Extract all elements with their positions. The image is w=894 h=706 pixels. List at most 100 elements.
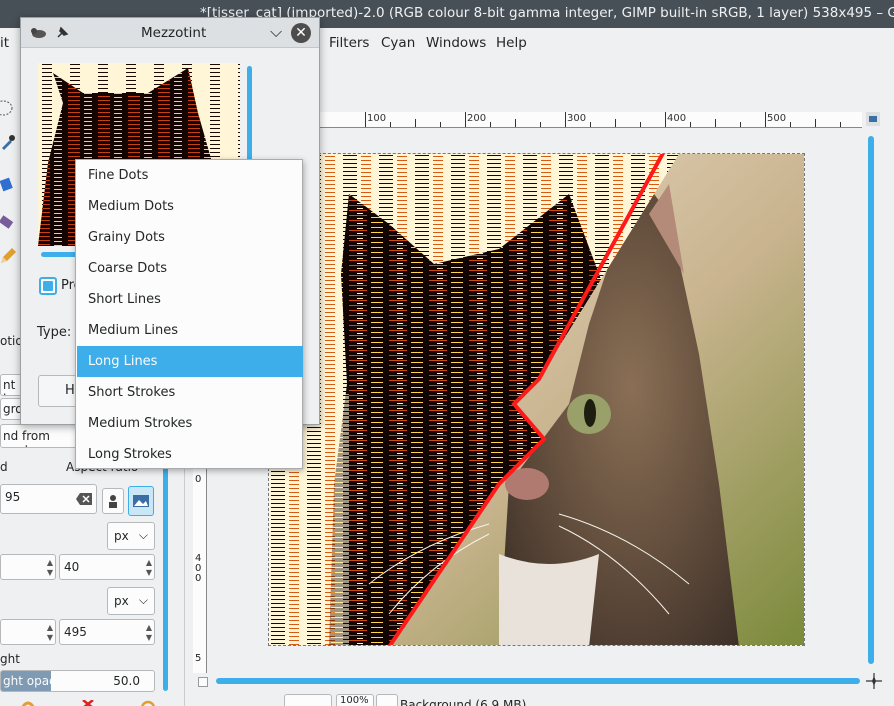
- color-picker-icon[interactable]: [0, 134, 16, 150]
- landscape-button[interactable]: [128, 486, 154, 516]
- size-w-field[interactable]: ▲ ▼: [0, 619, 56, 645]
- ruler-label: 500: [767, 113, 787, 124]
- type-dropdown-menu: Fine Dots Medium Dots Grainy Dots Coarse…: [75, 159, 303, 469]
- spin-arrows-icon[interactable]: ▲ ▼: [146, 623, 152, 643]
- ruler-label: 400: [667, 113, 687, 124]
- dialog-titlebar: Mezzotint ⌵ ✕: [21, 18, 319, 48]
- vertical-scrollbar[interactable]: [868, 136, 874, 664]
- aspect-value: 95: [5, 490, 21, 504]
- preview-checkbox[interactable]: [39, 277, 57, 295]
- menu-item-medium-dots[interactable]: Medium Dots: [77, 191, 303, 222]
- unit-select[interactable]: [284, 694, 332, 706]
- size-h-value: 495: [64, 625, 87, 639]
- pin-icon[interactable]: [55, 26, 69, 40]
- ruler-tick: [490, 122, 491, 127]
- ruler-tick: [415, 119, 416, 127]
- spin-arrows-icon[interactable]: ▲ ▼: [47, 558, 53, 578]
- position-y-field[interactable]: 40 ▲ ▼: [59, 554, 155, 580]
- position-unit-value: px: [114, 529, 129, 543]
- eraser-icon[interactable]: [0, 214, 16, 230]
- chevron-down-icon: ⌵: [138, 593, 148, 607]
- restore-icon[interactable]: [20, 698, 36, 706]
- expand-from-centre-field[interactable]: nd from centre: [0, 424, 82, 448]
- bucket-fill-icon[interactable]: [0, 176, 16, 192]
- size-h-field[interactable]: 495 ▲ ▼: [59, 619, 155, 645]
- ruler-tick: [790, 122, 791, 127]
- ruler-label: 100: [367, 113, 387, 124]
- highlight-label: ght: [0, 652, 20, 666]
- menu-filters[interactable]: Filters: [329, 35, 369, 51]
- opacity-value: 50.0: [113, 674, 140, 688]
- menu-cyan[interactable]: Cyan: [381, 35, 415, 51]
- position-y-value: 40: [64, 560, 80, 574]
- zoom-dropdown-button[interactable]: [376, 694, 398, 706]
- menu-windows[interactable]: Windows: [426, 35, 486, 51]
- image-canvas[interactable]: [268, 153, 805, 646]
- chevron-down-icon[interactable]: ⌵: [270, 22, 282, 42]
- menu-item-long-lines[interactable]: Long Lines: [77, 346, 303, 377]
- pencil-icon[interactable]: [0, 248, 16, 264]
- ruler-tick: [465, 112, 466, 127]
- spin-arrows-icon[interactable]: ▲ ▼: [47, 623, 53, 643]
- highlight-opacity-slider[interactable]: ght opacity 50.0: [0, 670, 155, 692]
- ruler-tick: [515, 119, 516, 127]
- menu-item-short-lines[interactable]: Short Lines: [77, 284, 303, 315]
- zoom-value: 100%: [340, 695, 369, 706]
- opacity-label: ght opacity: [3, 674, 71, 688]
- horizontal-scrollbar[interactable]: [216, 678, 860, 684]
- clear-icon[interactable]: [76, 493, 92, 505]
- navigate-icon: [869, 116, 877, 122]
- cat-image: [269, 154, 804, 645]
- position-x-field[interactable]: ▲ ▼: [0, 554, 56, 580]
- ruler-label: 5: [195, 653, 202, 664]
- ruler-label: 300: [567, 113, 587, 124]
- dialog-title: Mezzotint: [141, 25, 207, 41]
- menu-item-fine-dots[interactable]: Fine Dots: [77, 160, 303, 191]
- menu-help[interactable]: Help: [496, 35, 527, 51]
- ruler-tick: [640, 122, 641, 127]
- ruler-label: 0: [195, 474, 202, 485]
- menu-item-medium-lines[interactable]: Medium Lines: [77, 315, 303, 346]
- size-unit-select[interactable]: px ⌵: [107, 587, 155, 615]
- antialias-label: nt la: [3, 378, 16, 395]
- navigate-button[interactable]: [866, 112, 880, 126]
- ellipse-select-icon[interactable]: [0, 99, 14, 117]
- ruler-label: 0: [195, 573, 202, 584]
- ruler-tick: [540, 122, 541, 127]
- quick-mask-toggle[interactable]: [198, 677, 208, 687]
- portrait-button[interactable]: [102, 488, 124, 514]
- aspect-value-field[interactable]: 95: [0, 484, 97, 514]
- navigation-crosshair-icon[interactable]: [866, 673, 882, 689]
- ruler-tick: [590, 122, 591, 127]
- type-label: Type:: [37, 325, 72, 340]
- spin-arrows-icon[interactable]: ▲ ▼: [146, 558, 152, 578]
- ruler-tick: [440, 122, 441, 127]
- menu-item-grainy-dots[interactable]: Grainy Dots: [77, 222, 303, 253]
- ruler-tick: [665, 112, 666, 127]
- menu-item-coarse-dots[interactable]: Coarse Dots: [77, 253, 303, 284]
- portrait-icon: [109, 495, 117, 508]
- ruler-tick: [615, 119, 616, 127]
- chevron-down-icon: ⌵: [138, 528, 148, 542]
- position-unit-select[interactable]: px ⌵: [107, 522, 155, 550]
- close-icon: ✕: [295, 25, 307, 41]
- menu-item-long-strokes[interactable]: Long Strokes: [77, 439, 303, 470]
- tool-options-scrollbar[interactable]: [163, 461, 168, 691]
- close-button[interactable]: ✕: [291, 23, 311, 43]
- fixed-label: d: [0, 460, 8, 474]
- menu-item-short-strokes[interactable]: Short Strokes: [77, 377, 303, 408]
- menu-edit-partial[interactable]: it: [0, 35, 9, 51]
- reset-icon[interactable]: [140, 698, 156, 706]
- ruler-tick: [840, 122, 841, 127]
- ruler-tick: [740, 122, 741, 127]
- ruler-tick: [715, 119, 716, 127]
- zoom-select[interactable]: 100%: [336, 694, 374, 706]
- ruler-label: 200: [467, 113, 487, 124]
- expand-from-centre-label: nd from centre: [3, 429, 50, 447]
- menu-item-medium-strokes[interactable]: Medium Strokes: [77, 408, 303, 439]
- ruler-tick: [690, 122, 691, 127]
- help-button[interactable]: He: [38, 375, 78, 407]
- statusbar: 100% Background (6.9 MB): [186, 690, 894, 706]
- delete-icon[interactable]: [82, 700, 94, 706]
- ruler-tick: [765, 112, 766, 127]
